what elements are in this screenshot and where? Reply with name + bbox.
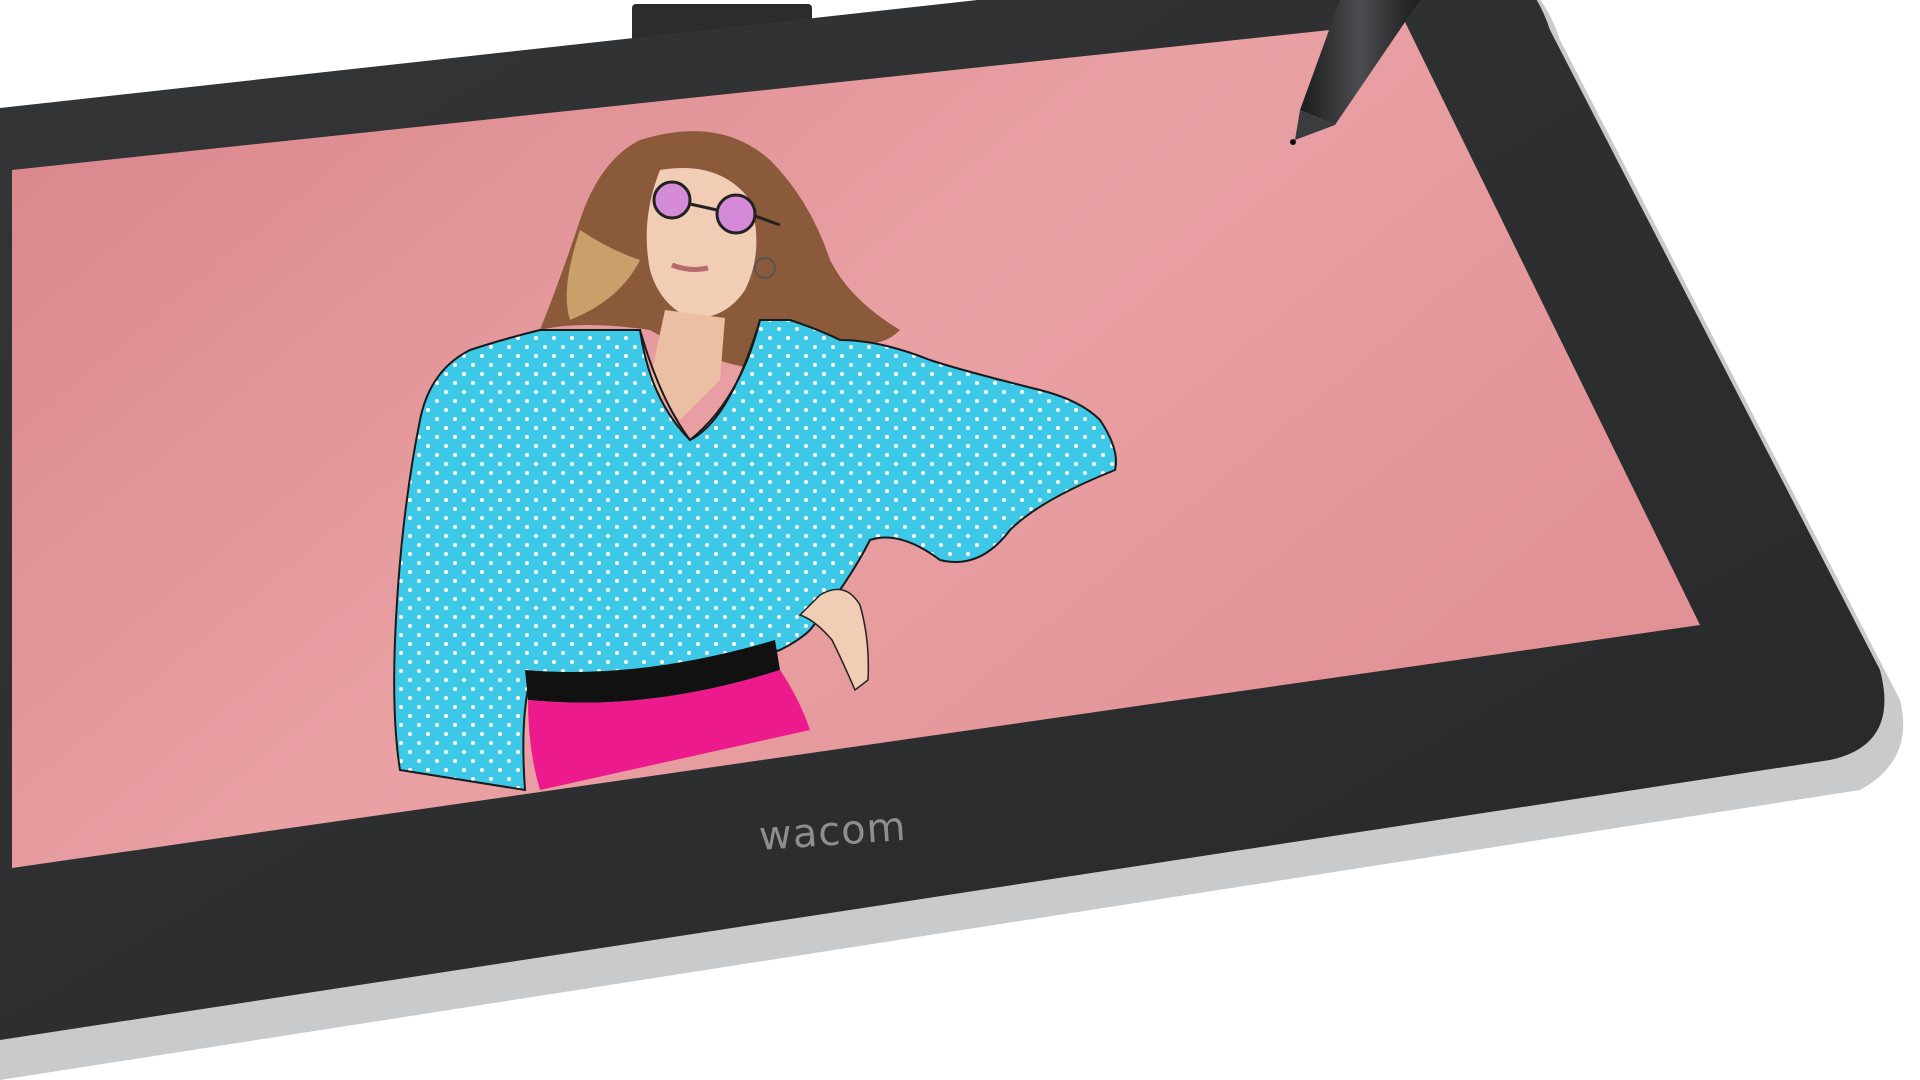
product-scene: wacom <box>0 0 1920 1080</box>
scene-svg: wacom <box>0 0 1904 1080</box>
